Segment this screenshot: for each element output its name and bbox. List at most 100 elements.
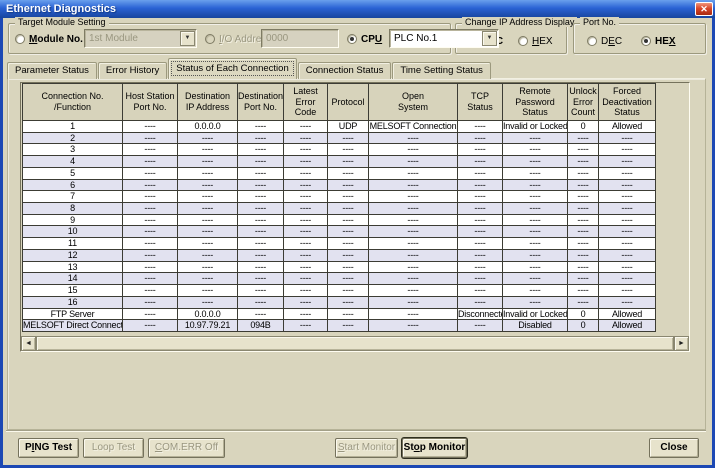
table-cell: ---- bbox=[599, 273, 656, 285]
tab-error-history[interactable]: Error History bbox=[98, 62, 167, 79]
table-row[interactable]: 14--------------------------------------… bbox=[23, 273, 656, 285]
table-cell: ---- bbox=[568, 168, 599, 180]
row-label: MELSOFT Direct Connection bbox=[23, 320, 123, 332]
table-row[interactable]: MELSOFT Direct Connection ---- 10.97.79.21… bbox=[23, 320, 656, 332]
table-row[interactable]: 8---------------------------------------… bbox=[23, 203, 656, 215]
close-button[interactable]: Close bbox=[649, 438, 699, 458]
table-cell: ---- bbox=[458, 273, 503, 285]
table-cell: ---- bbox=[458, 121, 503, 133]
table-cell: Invalid or Locked bbox=[503, 309, 568, 321]
cpu-combobox[interactable]: PLC No.1 ▼ bbox=[389, 29, 499, 48]
table-cell: ---- bbox=[599, 262, 656, 274]
ping-test-button[interactable]: PING Test bbox=[18, 438, 79, 458]
table-cell: ---- bbox=[503, 250, 568, 262]
table-row[interactable]: 16--------------------------------------… bbox=[23, 297, 656, 309]
table-cell: ---- bbox=[123, 273, 178, 285]
tab-time-setting-status[interactable]: Time Setting Status bbox=[392, 62, 491, 79]
table-cell: ---- bbox=[123, 156, 178, 168]
table-row[interactable]: 5---------------------------------------… bbox=[23, 168, 656, 180]
io-address-input[interactable]: 0000 bbox=[261, 29, 339, 48]
table-cell: 0.0.0.0 bbox=[178, 121, 238, 133]
table-cell: ---- bbox=[328, 203, 369, 215]
table-cell: ---- bbox=[328, 226, 369, 238]
table-cell: ---- bbox=[599, 250, 656, 262]
table-cell: ---- bbox=[503, 133, 568, 145]
table-cell: ---- bbox=[123, 180, 178, 192]
table-row[interactable]: 1----0.0.0.0--------UDPMELSOFT Connectio… bbox=[23, 121, 656, 133]
table-cell: ---- bbox=[328, 180, 369, 192]
table-row[interactable]: 7---------------------------------------… bbox=[23, 191, 656, 203]
table-row[interactable]: 15--------------------------------------… bbox=[23, 285, 656, 297]
scroll-right-icon[interactable]: ► bbox=[674, 336, 689, 351]
table-cell: ---- bbox=[458, 285, 503, 297]
scroll-left-icon[interactable]: ◄ bbox=[21, 336, 36, 351]
table-cell: ---- bbox=[328, 309, 369, 321]
tab-connection-status[interactable]: Connection Status bbox=[298, 62, 392, 79]
table-row[interactable]: 11--------------------------------------… bbox=[23, 238, 656, 250]
port-hex-label: HEX bbox=[655, 36, 676, 47]
stop-monitor-button[interactable]: Stop Monitor bbox=[402, 438, 467, 458]
dropdown-arrow-icon[interactable]: ▼ bbox=[180, 31, 195, 46]
table-cell: 094B bbox=[238, 320, 284, 332]
port-hex-radio[interactable]: HEX bbox=[641, 35, 676, 47]
tab-status-of-each-connection[interactable]: Status of Each Connection bbox=[168, 58, 297, 79]
module-no-radio[interactable]: Module No. bbox=[15, 33, 83, 45]
row-label: 4 bbox=[23, 156, 123, 168]
table-cell: ---- bbox=[458, 215, 503, 227]
table-cell: Invalid or Locked bbox=[503, 121, 568, 133]
loop-test-button[interactable]: Loop Test bbox=[83, 438, 144, 458]
start-monitor-button[interactable]: Start Monitor bbox=[335, 438, 398, 458]
table-cell: ---- bbox=[284, 250, 328, 262]
table-cell: ---- bbox=[599, 203, 656, 215]
table-cell: ---- bbox=[503, 144, 568, 156]
scrollbar-thumb[interactable] bbox=[36, 336, 674, 351]
table-cell: ---- bbox=[328, 144, 369, 156]
table-row[interactable]: FTP Server----0.0.0.0----------------Dis… bbox=[23, 309, 656, 321]
tab-parameter-status[interactable]: Parameter Status bbox=[7, 62, 97, 79]
table-cell: UDP bbox=[328, 121, 369, 133]
connection-table[interactable]: Connection No. /FunctionHost Station Por… bbox=[20, 82, 690, 352]
table-row[interactable]: 10--------------------------------------… bbox=[23, 226, 656, 238]
table-cell: ---- bbox=[568, 250, 599, 262]
tab-strip: Parameter Status Error History Status of… bbox=[7, 60, 492, 79]
dropdown-arrow-icon[interactable]: ▼ bbox=[482, 31, 497, 46]
port-no-group: Port No. DEC HEX bbox=[573, 23, 706, 54]
cpu-radio[interactable]: CPU bbox=[347, 33, 382, 45]
row-label: 3 bbox=[23, 144, 123, 156]
table-cell: ---- bbox=[458, 133, 503, 145]
table-row[interactable]: 3---------------------------------------… bbox=[23, 144, 656, 156]
ip-hex-radio[interactable]: HEX bbox=[518, 35, 553, 47]
table-cell: MELSOFT Connection bbox=[369, 121, 458, 133]
table-row[interactable]: 4---------------------------------------… bbox=[23, 156, 656, 168]
target-module-setting-label: Target Module Setting bbox=[15, 17, 109, 27]
horizontal-scrollbar[interactable]: ◄ ► bbox=[21, 336, 689, 351]
row-label: 15 bbox=[23, 285, 123, 297]
radio-circle-icon bbox=[347, 34, 357, 44]
port-dec-radio[interactable]: DEC bbox=[587, 35, 622, 47]
table-row[interactable]: 12--------------------------------------… bbox=[23, 250, 656, 262]
table-row[interactable]: 9---------------------------------------… bbox=[23, 215, 656, 227]
table-cell: ---- bbox=[284, 273, 328, 285]
module-no-combobox[interactable]: 1st Module ▼ bbox=[84, 29, 197, 48]
table-cell: ---- bbox=[238, 180, 284, 192]
port-no-label: Port No. bbox=[580, 17, 619, 27]
table-cell: 10.97.79.21 bbox=[178, 320, 238, 332]
close-icon[interactable]: ✕ bbox=[695, 2, 713, 16]
table-row[interactable]: 6---------------------------------------… bbox=[23, 180, 656, 192]
table-cell: ---- bbox=[284, 238, 328, 250]
ip-hex-label: HEX bbox=[532, 36, 553, 47]
radio-circle-icon bbox=[205, 34, 215, 44]
column-header: Latest Error Code bbox=[284, 83, 328, 121]
table-cell: ---- bbox=[178, 180, 238, 192]
table-cell: ---- bbox=[238, 309, 284, 321]
table-cell: ---- bbox=[369, 215, 458, 227]
table-cell: ---- bbox=[568, 191, 599, 203]
table-cell: Disconnected bbox=[458, 309, 503, 321]
table-cell: ---- bbox=[284, 285, 328, 297]
table-cell: ---- bbox=[568, 238, 599, 250]
com-err-off-button[interactable]: COM.ERR Off bbox=[148, 438, 225, 458]
table-row[interactable]: 2---------------------------------------… bbox=[23, 133, 656, 145]
table-cell: ---- bbox=[284, 320, 328, 332]
table-cell: ---- bbox=[503, 191, 568, 203]
table-row[interactable]: 13--------------------------------------… bbox=[23, 262, 656, 274]
